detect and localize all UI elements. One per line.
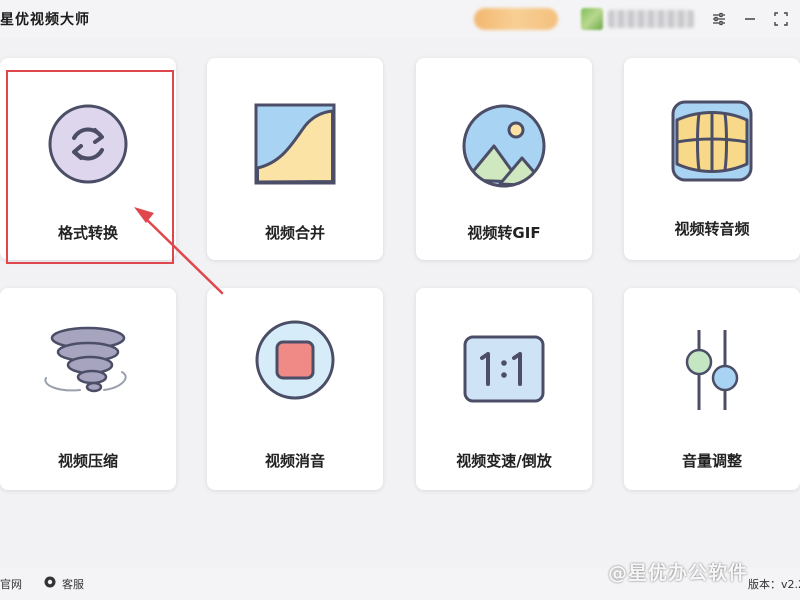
tool-card-video-to-audio[interactable]: 视频转音频: [624, 58, 800, 260]
tool-card-video-merge[interactable]: 视频合并: [207, 58, 383, 260]
tool-card-video-mute[interactable]: 视频消音: [207, 288, 383, 490]
tool-card-volume-adjust[interactable]: 音量调整: [624, 288, 800, 490]
maximize-icon[interactable]: [770, 8, 792, 30]
tool-label: 视频转音频: [674, 220, 750, 238]
tool-card-video-to-gif[interactable]: 视频转GIF: [416, 58, 592, 260]
convert-icon: [46, 102, 130, 190]
tool-label: 视频消音: [264, 452, 325, 470]
tool-label: 视频压缩: [57, 452, 118, 470]
ratio-icon: [462, 334, 546, 408]
tool-label: 视频变速/倒放: [456, 452, 552, 470]
tool-label: 视频转GIF: [467, 224, 541, 242]
app-title: 星优视频大师: [0, 12, 90, 28]
vip-badge[interactable]: [474, 8, 558, 30]
merge-icon: [253, 102, 337, 190]
tool-card-format-convert[interactable]: 格式转换: [0, 58, 176, 260]
tornado-icon: [40, 324, 136, 404]
user-name[interactable]: [608, 10, 694, 28]
watermark: @星优办公软件: [608, 562, 749, 584]
tool-label: 视频合并: [264, 224, 325, 242]
tool-card-video-speed-reverse[interactable]: 视频变速/倒放: [416, 288, 592, 490]
version-label: 版本：v2.2: [748, 578, 800, 591]
tool-card-video-compress[interactable]: 视频压缩: [0, 288, 176, 490]
image-icon: [460, 102, 548, 194]
tool-label: 格式转换: [57, 224, 118, 242]
tool-label: 音量调整: [681, 452, 742, 470]
settings-icon[interactable]: [708, 8, 730, 30]
sliders-icon: [677, 328, 747, 416]
website-link[interactable]: 官网: [0, 576, 22, 592]
avatar[interactable]: [581, 8, 603, 30]
service-link[interactable]: 客服: [62, 576, 84, 592]
panorama-icon: [669, 98, 755, 188]
stop-icon: [253, 318, 337, 406]
title-bar: 星优视频大师: [0, 0, 800, 38]
service-icon[interactable]: [44, 576, 56, 591]
minimize-icon[interactable]: [739, 8, 761, 30]
